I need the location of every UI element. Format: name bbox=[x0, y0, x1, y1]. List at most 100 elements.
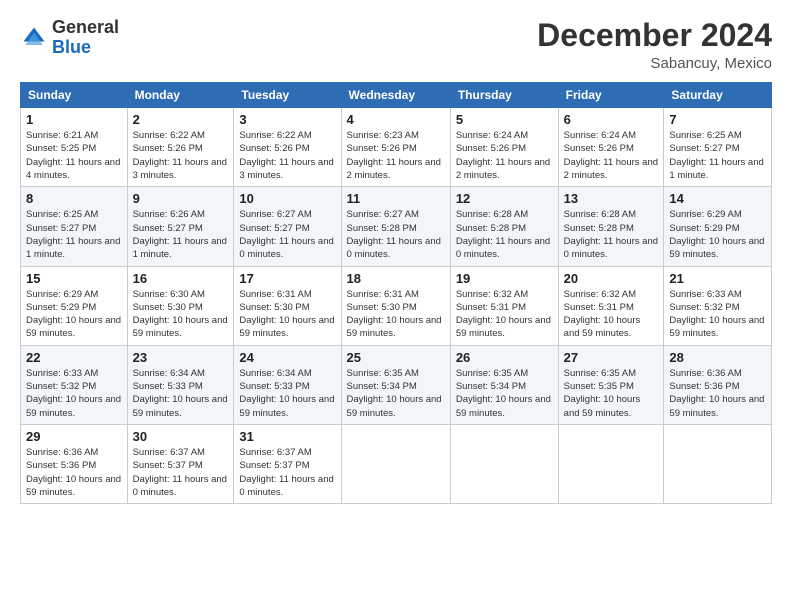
day-info: Sunrise: 6:37 AM Sunset: 5:37 PM Dayligh… bbox=[133, 446, 229, 499]
title-area: December 2024 Sabancuy, Mexico bbox=[537, 18, 772, 72]
day-info: Sunrise: 6:23 AM Sunset: 5:26 PM Dayligh… bbox=[347, 129, 445, 182]
header-saturday: Saturday bbox=[664, 83, 772, 108]
calendar-cell: 7 Sunrise: 6:25 AM Sunset: 5:27 PM Dayli… bbox=[664, 108, 772, 187]
calendar-cell: 23 Sunrise: 6:34 AM Sunset: 5:33 PM Dayl… bbox=[127, 345, 234, 424]
calendar-cell: 14 Sunrise: 6:29 AM Sunset: 5:29 PM Dayl… bbox=[664, 187, 772, 266]
calendar-cell: 27 Sunrise: 6:35 AM Sunset: 5:35 PM Dayl… bbox=[558, 345, 664, 424]
day-info: Sunrise: 6:25 AM Sunset: 5:27 PM Dayligh… bbox=[26, 208, 122, 261]
day-info: Sunrise: 6:32 AM Sunset: 5:31 PM Dayligh… bbox=[564, 288, 659, 341]
calendar-cell: 13 Sunrise: 6:28 AM Sunset: 5:28 PM Dayl… bbox=[558, 187, 664, 266]
calendar-cell: 12 Sunrise: 6:28 AM Sunset: 5:28 PM Dayl… bbox=[450, 187, 558, 266]
calendar-cell: 15 Sunrise: 6:29 AM Sunset: 5:29 PM Dayl… bbox=[21, 266, 128, 345]
day-number: 16 bbox=[133, 271, 229, 286]
calendar-table: Sunday Monday Tuesday Wednesday Thursday… bbox=[20, 82, 772, 504]
day-number: 6 bbox=[564, 112, 659, 127]
calendar-header: Sunday Monday Tuesday Wednesday Thursday… bbox=[21, 83, 772, 108]
day-number: 21 bbox=[669, 271, 766, 286]
header-sunday: Sunday bbox=[21, 83, 128, 108]
logo-text: General Blue bbox=[52, 18, 119, 58]
logo-icon bbox=[20, 24, 48, 52]
day-number: 17 bbox=[239, 271, 335, 286]
calendar-cell: 24 Sunrise: 6:34 AM Sunset: 5:33 PM Dayl… bbox=[234, 345, 341, 424]
calendar-cell: 16 Sunrise: 6:30 AM Sunset: 5:30 PM Dayl… bbox=[127, 266, 234, 345]
day-info: Sunrise: 6:35 AM Sunset: 5:34 PM Dayligh… bbox=[456, 367, 553, 420]
calendar-cell: 17 Sunrise: 6:31 AM Sunset: 5:30 PM Dayl… bbox=[234, 266, 341, 345]
header-tuesday: Tuesday bbox=[234, 83, 341, 108]
calendar-cell: 31 Sunrise: 6:37 AM Sunset: 5:37 PM Dayl… bbox=[234, 424, 341, 503]
day-info: Sunrise: 6:22 AM Sunset: 5:26 PM Dayligh… bbox=[239, 129, 335, 182]
day-info: Sunrise: 6:36 AM Sunset: 5:36 PM Dayligh… bbox=[669, 367, 766, 420]
day-number: 19 bbox=[456, 271, 553, 286]
calendar-cell: 2 Sunrise: 6:22 AM Sunset: 5:26 PM Dayli… bbox=[127, 108, 234, 187]
day-number: 22 bbox=[26, 350, 122, 365]
day-number: 10 bbox=[239, 191, 335, 206]
day-info: Sunrise: 6:28 AM Sunset: 5:28 PM Dayligh… bbox=[564, 208, 659, 261]
day-number: 28 bbox=[669, 350, 766, 365]
day-number: 2 bbox=[133, 112, 229, 127]
day-info: Sunrise: 6:22 AM Sunset: 5:26 PM Dayligh… bbox=[133, 129, 229, 182]
calendar-cell bbox=[450, 424, 558, 503]
day-number: 18 bbox=[347, 271, 445, 286]
calendar-cell: 22 Sunrise: 6:33 AM Sunset: 5:32 PM Dayl… bbox=[21, 345, 128, 424]
day-number: 13 bbox=[564, 191, 659, 206]
day-number: 8 bbox=[26, 191, 122, 206]
header-thursday: Thursday bbox=[450, 83, 558, 108]
day-info: Sunrise: 6:33 AM Sunset: 5:32 PM Dayligh… bbox=[26, 367, 122, 420]
calendar-cell: 21 Sunrise: 6:33 AM Sunset: 5:32 PM Dayl… bbox=[664, 266, 772, 345]
calendar-cell: 8 Sunrise: 6:25 AM Sunset: 5:27 PM Dayli… bbox=[21, 187, 128, 266]
day-number: 27 bbox=[564, 350, 659, 365]
header-area: General Blue December 2024 Sabancuy, Mex… bbox=[20, 18, 772, 72]
calendar-cell: 11 Sunrise: 6:27 AM Sunset: 5:28 PM Dayl… bbox=[341, 187, 450, 266]
header-friday: Friday bbox=[558, 83, 664, 108]
day-number: 7 bbox=[669, 112, 766, 127]
day-number: 5 bbox=[456, 112, 553, 127]
calendar-week-row: 15 Sunrise: 6:29 AM Sunset: 5:29 PM Dayl… bbox=[21, 266, 772, 345]
day-info: Sunrise: 6:29 AM Sunset: 5:29 PM Dayligh… bbox=[26, 288, 122, 341]
day-number: 14 bbox=[669, 191, 766, 206]
day-number: 30 bbox=[133, 429, 229, 444]
calendar-week-row: 22 Sunrise: 6:33 AM Sunset: 5:32 PM Dayl… bbox=[21, 345, 772, 424]
calendar-cell: 29 Sunrise: 6:36 AM Sunset: 5:36 PM Dayl… bbox=[21, 424, 128, 503]
month-title: December 2024 bbox=[537, 18, 772, 53]
day-number: 11 bbox=[347, 191, 445, 206]
page: General Blue December 2024 Sabancuy, Mex… bbox=[0, 0, 792, 514]
day-info: Sunrise: 6:34 AM Sunset: 5:33 PM Dayligh… bbox=[239, 367, 335, 420]
calendar-cell: 26 Sunrise: 6:35 AM Sunset: 5:34 PM Dayl… bbox=[450, 345, 558, 424]
calendar-cell: 9 Sunrise: 6:26 AM Sunset: 5:27 PM Dayli… bbox=[127, 187, 234, 266]
day-info: Sunrise: 6:24 AM Sunset: 5:26 PM Dayligh… bbox=[456, 129, 553, 182]
day-info: Sunrise: 6:31 AM Sunset: 5:30 PM Dayligh… bbox=[239, 288, 335, 341]
day-number: 4 bbox=[347, 112, 445, 127]
calendar-cell: 19 Sunrise: 6:32 AM Sunset: 5:31 PM Dayl… bbox=[450, 266, 558, 345]
day-info: Sunrise: 6:25 AM Sunset: 5:27 PM Dayligh… bbox=[669, 129, 766, 182]
day-info: Sunrise: 6:28 AM Sunset: 5:28 PM Dayligh… bbox=[456, 208, 553, 261]
day-number: 9 bbox=[133, 191, 229, 206]
calendar-cell: 30 Sunrise: 6:37 AM Sunset: 5:37 PM Dayl… bbox=[127, 424, 234, 503]
calendar-cell: 10 Sunrise: 6:27 AM Sunset: 5:27 PM Dayl… bbox=[234, 187, 341, 266]
day-number: 24 bbox=[239, 350, 335, 365]
header-row: Sunday Monday Tuesday Wednesday Thursday… bbox=[21, 83, 772, 108]
logo-blue: Blue bbox=[52, 37, 91, 57]
day-info: Sunrise: 6:26 AM Sunset: 5:27 PM Dayligh… bbox=[133, 208, 229, 261]
location-title: Sabancuy, Mexico bbox=[537, 55, 772, 72]
day-number: 25 bbox=[347, 350, 445, 365]
day-info: Sunrise: 6:34 AM Sunset: 5:33 PM Dayligh… bbox=[133, 367, 229, 420]
day-number: 29 bbox=[26, 429, 122, 444]
calendar-cell: 3 Sunrise: 6:22 AM Sunset: 5:26 PM Dayli… bbox=[234, 108, 341, 187]
day-info: Sunrise: 6:35 AM Sunset: 5:34 PM Dayligh… bbox=[347, 367, 445, 420]
day-number: 20 bbox=[564, 271, 659, 286]
header-monday: Monday bbox=[127, 83, 234, 108]
day-info: Sunrise: 6:32 AM Sunset: 5:31 PM Dayligh… bbox=[456, 288, 553, 341]
calendar-cell: 28 Sunrise: 6:36 AM Sunset: 5:36 PM Dayl… bbox=[664, 345, 772, 424]
day-number: 12 bbox=[456, 191, 553, 206]
day-number: 1 bbox=[26, 112, 122, 127]
calendar-cell bbox=[341, 424, 450, 503]
calendar-cell: 4 Sunrise: 6:23 AM Sunset: 5:26 PM Dayli… bbox=[341, 108, 450, 187]
day-info: Sunrise: 6:35 AM Sunset: 5:35 PM Dayligh… bbox=[564, 367, 659, 420]
day-info: Sunrise: 6:37 AM Sunset: 5:37 PM Dayligh… bbox=[239, 446, 335, 499]
calendar-body: 1 Sunrise: 6:21 AM Sunset: 5:25 PM Dayli… bbox=[21, 108, 772, 504]
day-info: Sunrise: 6:27 AM Sunset: 5:28 PM Dayligh… bbox=[347, 208, 445, 261]
day-info: Sunrise: 6:31 AM Sunset: 5:30 PM Dayligh… bbox=[347, 288, 445, 341]
logo-general: General bbox=[52, 17, 119, 37]
day-info: Sunrise: 6:24 AM Sunset: 5:26 PM Dayligh… bbox=[564, 129, 659, 182]
day-info: Sunrise: 6:33 AM Sunset: 5:32 PM Dayligh… bbox=[669, 288, 766, 341]
